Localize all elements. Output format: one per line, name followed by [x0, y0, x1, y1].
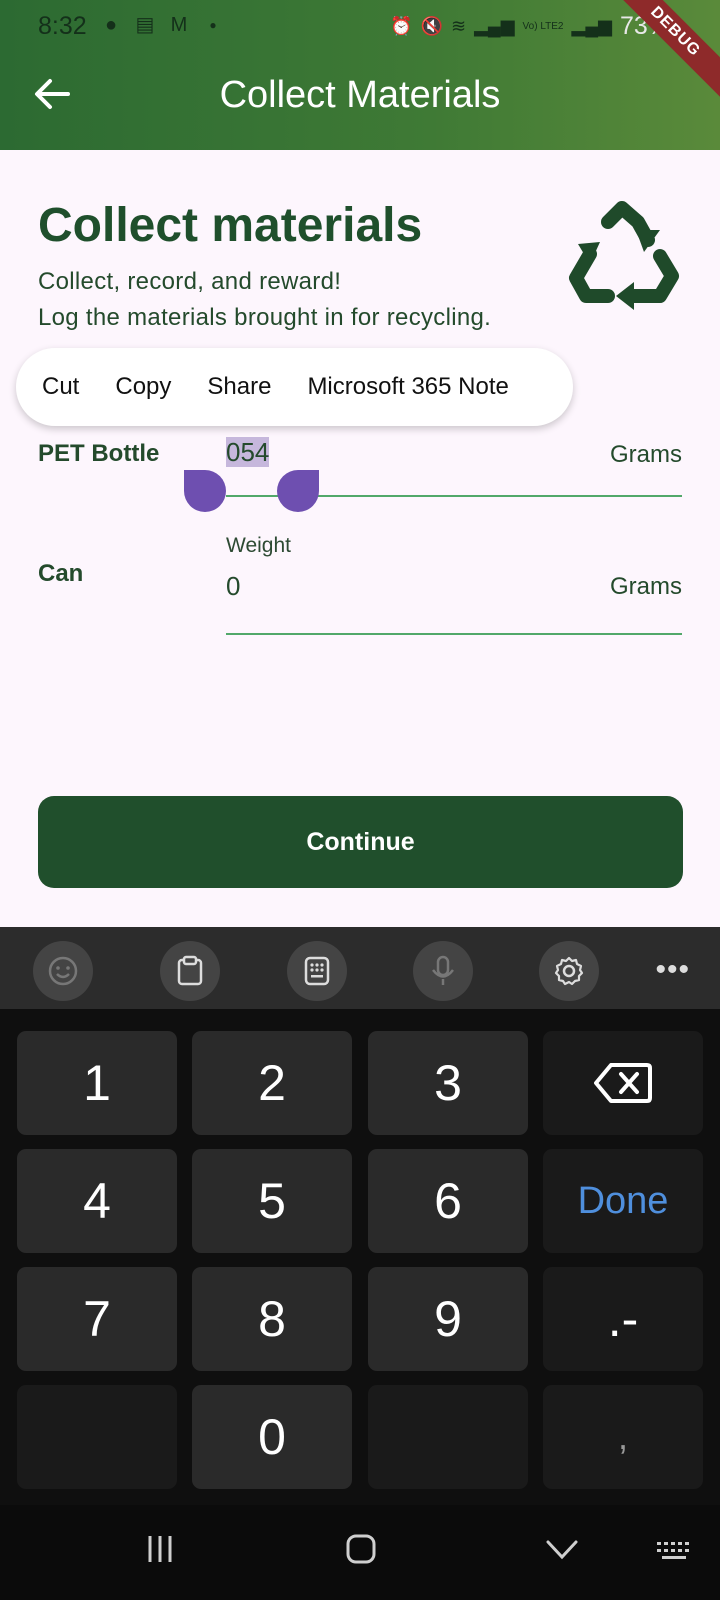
- blank-key-left: [17, 1385, 177, 1489]
- menu-item-microsoft-365-note[interactable]: Microsoft 365 Note: [307, 373, 508, 401]
- selected-text[interactable]: 054: [226, 437, 270, 467]
- recent-apps-icon[interactable]: [145, 1533, 175, 1565]
- backspace-key[interactable]: [543, 1031, 703, 1135]
- key-8[interactable]: 8: [192, 1267, 352, 1371]
- selection-handle-end[interactable]: [277, 470, 319, 512]
- settings-icon[interactable]: [539, 941, 599, 1001]
- pet-bottle-unit: Grams: [610, 441, 682, 468]
- calendar-icon: ▤: [135, 14, 155, 36]
- can-underline: [226, 633, 682, 635]
- clipboard-icon[interactable]: [160, 941, 220, 1001]
- chevron-down-icon[interactable]: [545, 1539, 579, 1561]
- can-label: Can: [38, 560, 84, 587]
- pet-bottle-label: PET Bottle: [38, 440, 160, 467]
- home-icon[interactable]: [345, 1533, 377, 1565]
- key-4[interactable]: 4: [17, 1149, 177, 1253]
- pet-bottle-weight-input[interactable]: 054: [226, 437, 270, 468]
- key-5[interactable]: 5: [192, 1149, 352, 1253]
- wifi-icon: ≋: [451, 16, 467, 36]
- comma-key[interactable]: ,: [543, 1385, 703, 1489]
- notification-icons: ● ▤ M ●: [98, 12, 226, 38]
- can-unit: Grams: [610, 573, 682, 600]
- menu-item-copy[interactable]: Copy: [115, 373, 171, 401]
- can-weight-floating-label: Weight: [226, 534, 291, 557]
- recycle-icon: [569, 201, 679, 310]
- messenger-icon: ●: [104, 14, 118, 36]
- dot-icon: ●: [209, 18, 217, 32]
- key-6[interactable]: 6: [368, 1149, 528, 1253]
- mute-icon: 🔇: [420, 16, 443, 36]
- blank-key-right: [368, 1385, 528, 1489]
- main-content: Collect materials Collect, record, and r…: [0, 150, 720, 927]
- key-7[interactable]: 7: [17, 1267, 177, 1371]
- key-9[interactable]: 9: [368, 1267, 528, 1371]
- menu-item-cut[interactable]: Cut: [42, 373, 79, 401]
- network-label: Vo) LTE2: [522, 21, 564, 32]
- keypad-icon[interactable]: [287, 941, 347, 1001]
- key-1[interactable]: 1: [17, 1031, 177, 1135]
- key-3[interactable]: 3: [368, 1031, 528, 1135]
- keyboard-icon[interactable]: [656, 1541, 692, 1563]
- signal-icon: ▂▄▆: [474, 16, 515, 36]
- backspace-icon: [594, 1063, 652, 1103]
- page-subtitle-1: Collect, record, and reward!: [38, 268, 342, 295]
- continue-button[interactable]: Continue: [38, 796, 683, 888]
- numeric-keyboard: 1 2 3 4 5 6 Done 7 8 9 .- 0 ,: [0, 1009, 720, 1505]
- mic-icon[interactable]: [413, 941, 473, 1001]
- can-weight-input[interactable]: 0: [226, 571, 240, 602]
- punctuation-key[interactable]: .-: [543, 1267, 703, 1371]
- app-bar-title: Collect Materials: [219, 74, 501, 116]
- done-key[interactable]: Done: [543, 1149, 703, 1253]
- text-selection-menu: Cut Copy Share Microsoft 365 Note: [16, 348, 573, 426]
- signal-icon-2: ▂▄▆: [571, 16, 612, 36]
- emoji-icon[interactable]: [33, 941, 93, 1001]
- selection-handle-start[interactable]: [184, 470, 226, 512]
- page-subtitle-2: Log the materials brought in for recycli…: [38, 304, 492, 331]
- menu-item-share[interactable]: Share: [207, 373, 271, 401]
- status-bar: 8:32 ● ▤ M ● ⏰ 🔇 ≋ ▂▄▆ Vo) LTE2 ▂▄▆ 73%: [0, 0, 720, 52]
- key-2[interactable]: 2: [192, 1031, 352, 1135]
- alarm-icon: ⏰: [390, 16, 413, 36]
- more-icon[interactable]: •••: [655, 953, 690, 987]
- system-nav-bar: [0, 1505, 720, 1600]
- key-0[interactable]: 0: [192, 1385, 352, 1489]
- keyboard-toolbar: •••: [0, 927, 720, 1009]
- system-icons: ⏰ 🔇 ≋ ▂▄▆ Vo) LTE2 ▂▄▆ 73%: [390, 12, 670, 41]
- app-bar: 8:32 ● ▤ M ● ⏰ 🔇 ≋ ▂▄▆ Vo) LTE2 ▂▄▆ 73% …: [0, 0, 720, 150]
- status-time: 8:32: [38, 12, 87, 40]
- gmail-icon: M: [170, 14, 188, 36]
- page-title: Collect materials: [38, 199, 423, 252]
